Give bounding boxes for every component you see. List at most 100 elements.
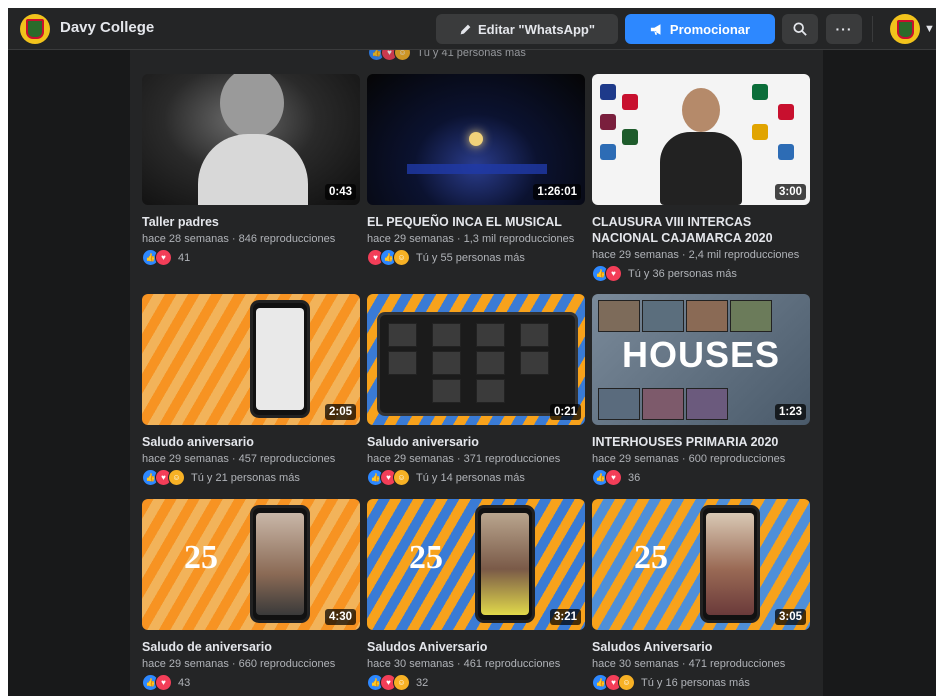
call-tile	[388, 323, 417, 347]
call-tile	[642, 300, 684, 332]
thumbnail-phone-screen	[256, 308, 304, 410]
video-reactions[interactable]: 👍 ♥ Tú y 36 personas más	[592, 265, 737, 282]
video-duration: 1:26:01	[533, 184, 581, 200]
video-reactions[interactable]: 👍 ♥ 43	[142, 674, 190, 691]
more-options-button[interactable]: ···	[826, 14, 862, 44]
school-logo	[752, 84, 768, 100]
anniversary-25-logo: 25	[409, 539, 443, 576]
video-meta: hace 29 semanas · 2,4 mil reproducciones	[592, 249, 800, 261]
video-meta: hace 30 semanas · 471 reproducciones	[592, 658, 786, 670]
video-thumbnail[interactable]: HOUSES 1:23	[592, 294, 810, 425]
megaphone-icon	[650, 23, 661, 35]
care-icon: ☺	[168, 469, 185, 486]
video-thumbnail[interactable]: 25 3:05	[592, 499, 810, 630]
call-tile	[476, 351, 505, 375]
video-title[interactable]: Saludo aniversario	[367, 434, 585, 450]
call-tile	[388, 351, 417, 375]
reactions-text: Tú y 36 personas más	[628, 267, 737, 280]
video-duration: 4:30	[324, 609, 356, 625]
thumbnail-phone-screen	[706, 513, 754, 615]
video-meta: hace 29 semanas · 457 reproducciones	[142, 453, 336, 465]
video-thumbnail[interactable]: 0:21	[367, 294, 585, 425]
video-thumbnail[interactable]: 25 4:30	[142, 499, 360, 630]
edit-whatsapp-label: Editar "WhatsApp"	[477, 21, 596, 37]
video-duration: 0:21	[549, 404, 581, 420]
video-duration: 3:05	[774, 609, 806, 625]
call-tile	[476, 379, 505, 403]
call-tile	[432, 379, 461, 403]
reactions-text: 36	[628, 471, 641, 484]
call-tile	[686, 300, 728, 332]
crest-icon	[896, 19, 914, 39]
thumbnail-phone	[700, 505, 760, 623]
video-duration: 3:21	[549, 609, 581, 625]
school-logo	[778, 144, 794, 160]
video-reactions[interactable]: ♥ 👍 ☺ Tú y 55 personas más	[367, 249, 525, 266]
call-tile	[432, 351, 461, 375]
window-frame-left	[0, 0, 8, 696]
video-meta: hace 29 semanas · 660 reproducciones	[142, 658, 336, 670]
pencil-icon	[460, 24, 471, 34]
call-tile	[598, 300, 640, 332]
video-reactions[interactable]: 👍 ♥ ☺ 32	[367, 674, 428, 691]
search-button[interactable]	[782, 14, 818, 44]
previous-row-reactions: 👍 ♥ ☺ Tú y 41 personas más	[368, 50, 526, 61]
anniversary-25-logo: 25	[634, 539, 668, 576]
video-reactions[interactable]: 👍 ♥ 36	[592, 469, 640, 486]
top-bar: Davy College Editar "WhatsApp" Promocion…	[8, 8, 936, 50]
video-title[interactable]: EL PEQUEÑO INCA EL MUSICAL	[367, 214, 585, 230]
reactions-text: Tú y 55 personas más	[416, 251, 525, 264]
edit-whatsapp-button[interactable]: Editar "WhatsApp"	[436, 14, 618, 44]
promote-label: Promocionar	[669, 21, 751, 37]
call-tile	[476, 323, 505, 347]
search-icon	[793, 22, 807, 36]
love-icon: ♥	[605, 469, 622, 486]
school-logo	[622, 129, 638, 145]
video-title[interactable]: Saludo aniversario	[142, 434, 360, 450]
video-reactions[interactable]: 👍 ♥ ☺ Tú y 21 personas más	[142, 469, 300, 486]
school-logo	[600, 114, 616, 130]
video-duration: 2:05	[324, 404, 356, 420]
love-icon: ♥	[155, 249, 172, 266]
thumbnail-collar	[198, 134, 308, 205]
video-reactions[interactable]: 👍 ♥ ☺ Tú y 16 personas más	[592, 674, 750, 691]
previous-row-reactions-text[interactable]: Tú y 41 personas más	[417, 50, 526, 59]
chevron-down-icon[interactable]: ▼	[924, 23, 935, 35]
video-title[interactable]: Saludos Aniversario	[367, 639, 585, 655]
video-duration: 1:23	[774, 404, 806, 420]
school-logo	[778, 104, 794, 120]
video-thumbnail[interactable]: 25 3:21	[367, 499, 585, 630]
call-tile	[642, 388, 684, 420]
video-meta: hace 28 semanas · 846 reproducciones	[142, 233, 336, 245]
video-duration: 3:00	[774, 184, 806, 200]
video-thumbnail[interactable]: 3:00	[592, 74, 810, 205]
page-title[interactable]: Davy College	[60, 19, 154, 36]
promote-button[interactable]: Promocionar	[625, 14, 775, 44]
video-thumbnail[interactable]: 1:26:01	[367, 74, 585, 205]
love-icon: ♥	[605, 265, 622, 282]
reactions-text: Tú y 21 personas más	[191, 471, 300, 484]
call-tile	[686, 388, 728, 420]
crest-icon	[26, 19, 44, 39]
video-title[interactable]: Saludo de aniversario	[142, 639, 360, 655]
video-thumbnail[interactable]: 0:43	[142, 74, 360, 205]
profile-avatar[interactable]	[890, 14, 920, 44]
video-title[interactable]: Saludos Aniversario	[592, 639, 810, 655]
school-logo	[600, 144, 616, 160]
video-title[interactable]: Taller padres	[142, 214, 360, 230]
thumbnail-phone-screen	[481, 513, 529, 615]
school-logo	[622, 94, 638, 110]
page-logo[interactable]	[20, 14, 50, 44]
video-thumbnail[interactable]: 2:05	[142, 294, 360, 425]
video-reactions[interactable]: 👍 ♥ 41	[142, 249, 190, 266]
reactions-text: 32	[416, 676, 429, 689]
video-title[interactable]: INTERHOUSES PRIMARIA 2020	[592, 434, 810, 450]
video-meta: hace 30 semanas · 461 reproducciones	[367, 658, 561, 670]
care-icon: ☺	[394, 50, 411, 61]
thumbnail-stage-floor	[407, 164, 547, 174]
care-icon: ☺	[393, 249, 410, 266]
video-reactions[interactable]: 👍 ♥ ☺ Tú y 14 personas más	[367, 469, 525, 486]
video-title[interactable]: CLAUSURA VIII INTERCAS NACIONAL CAJAMARC…	[592, 214, 810, 246]
topbar-divider	[872, 16, 873, 42]
video-meta: hace 29 semanas · 371 reproducciones	[367, 453, 561, 465]
